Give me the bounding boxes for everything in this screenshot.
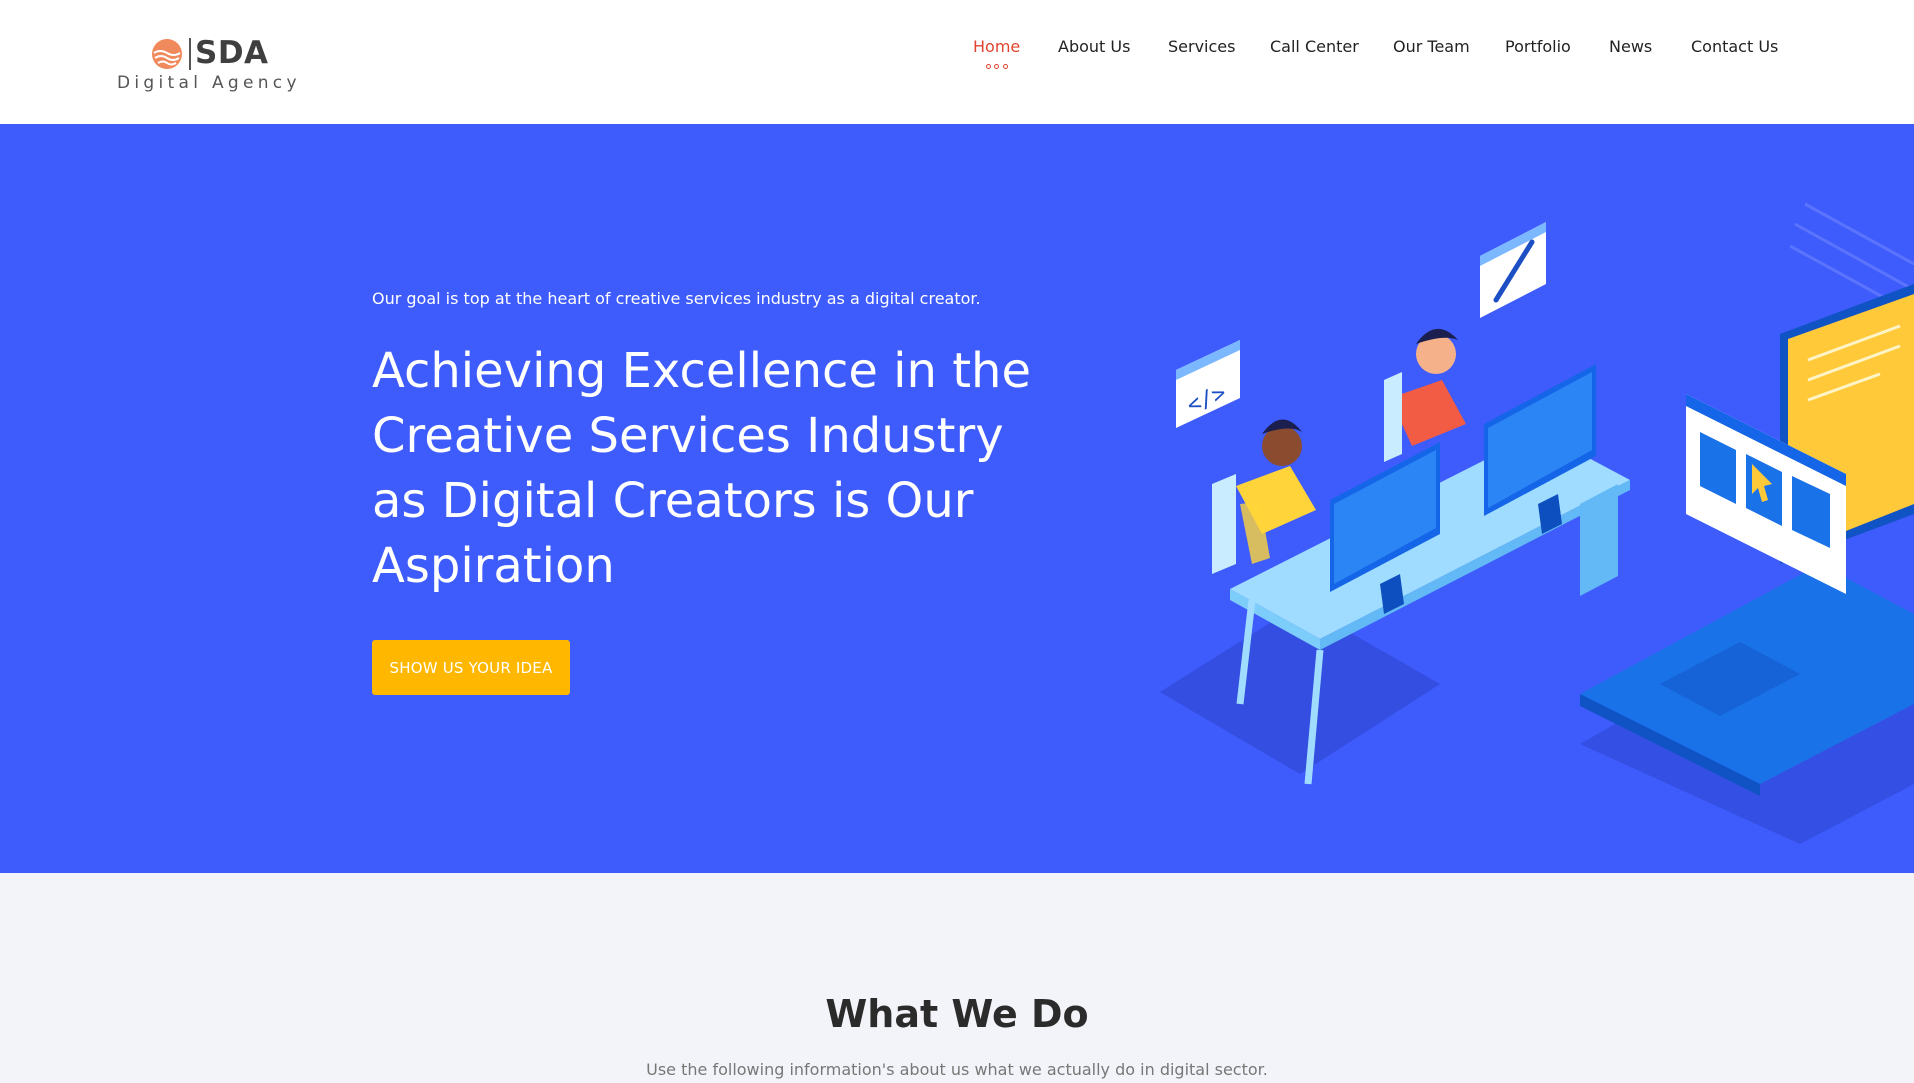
logo-divider [189, 38, 191, 70]
active-indicator-dots [985, 64, 1008, 70]
nav-services[interactable]: Services [1168, 36, 1235, 58]
developers-at-desk-illustration: </> [1160, 202, 1914, 844]
nav-contact-us[interactable]: Contact Us [1691, 36, 1778, 58]
nav-portfolio[interactable]: Portfolio [1505, 36, 1571, 58]
hero-kicker: Our goal is top at the heart of creative… [372, 289, 981, 308]
site-header: SDA Digital Agency Home About Us Service… [0, 0, 1914, 124]
paint-brush-window-icon [1480, 222, 1546, 318]
code-window-icon: </> [1176, 340, 1240, 428]
nav-about-us[interactable]: About Us [1058, 36, 1130, 58]
brand-tagline: Digital Agency [117, 73, 301, 93]
nav-call-center[interactable]: Call Center [1270, 36, 1359, 58]
nav-news[interactable]: News [1609, 36, 1652, 58]
show-us-your-idea-button[interactable]: SHOW US YOUR IDEA [372, 640, 570, 695]
brand-logo[interactable]: SDA Digital Agency [117, 34, 307, 96]
hero-title: Achieving Excellence in the Creative Ser… [372, 343, 1031, 594]
nav-our-team[interactable]: Our Team [1393, 36, 1470, 58]
what-we-do-section: What We Do Use the following information… [0, 873, 1914, 1083]
nav-label: Home [973, 37, 1021, 56]
section-title: What We Do [825, 992, 1089, 1036]
nav-home[interactable]: Home [973, 36, 1021, 69]
section-subtitle: Use the following information's about us… [646, 1060, 1268, 1079]
sun-waves-logo-icon [152, 39, 182, 69]
brand-name: SDA [195, 35, 269, 71]
hero-section: Our goal is top at the heart of creative… [0, 124, 1914, 873]
